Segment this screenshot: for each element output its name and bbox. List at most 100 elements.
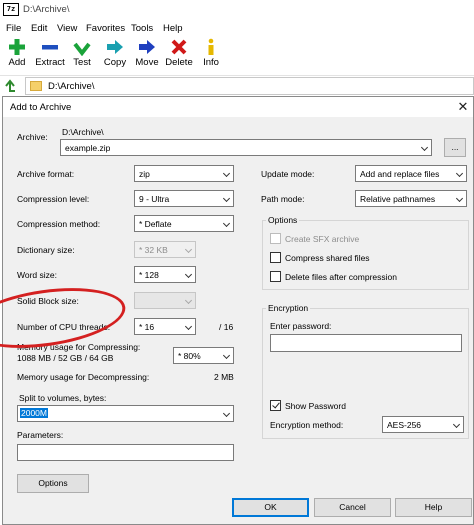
cpu-threads-value: * 16 xyxy=(139,322,155,332)
compression-method-select[interactable]: * Deflate xyxy=(134,215,234,232)
encryption-method-label: Encryption method: xyxy=(270,420,344,430)
folder-icon xyxy=(30,81,42,91)
solid-block-size-select xyxy=(134,292,196,309)
word-size-value: * 128 xyxy=(139,270,159,280)
split-volumes-label: Split to volumes, bytes: xyxy=(19,393,107,403)
parameters-input[interactable] xyxy=(17,444,234,461)
ok-button[interactable]: OK xyxy=(232,498,309,517)
move-label: Move xyxy=(135,57,159,68)
update-mode-select[interactable]: Add and replace files xyxy=(355,165,467,182)
archive-name-combo[interactable]: example.zip xyxy=(60,139,432,156)
dialog-title: Add to Archive xyxy=(10,102,72,113)
copy-button[interactable]: Copy xyxy=(102,38,128,72)
split-volumes-value[interactable]: 2000M xyxy=(20,408,48,418)
copy-arrow-icon xyxy=(107,40,123,54)
enter-password-label: Enter password: xyxy=(270,321,332,331)
menu-file[interactable]: File xyxy=(6,23,21,34)
info-button[interactable]: Info xyxy=(200,38,222,72)
dictionary-size-label: Dictionary size: xyxy=(17,245,75,255)
move-button[interactable]: Move xyxy=(134,38,160,72)
dialog-title-bar: Add to Archive ✕ xyxy=(3,97,473,117)
extract-button[interactable]: Extract xyxy=(34,38,66,72)
delete-button[interactable]: Delete xyxy=(165,38,193,72)
chevron-down-icon xyxy=(222,409,231,418)
compression-level-select[interactable]: 9 - Ultra xyxy=(134,190,234,207)
chevron-down-icon xyxy=(184,296,193,305)
chevron-down-icon xyxy=(452,420,461,429)
add-label: Add xyxy=(8,57,26,68)
menu-favorites[interactable]: Favorites xyxy=(86,23,125,34)
create-sfx-label: Create SFX archive xyxy=(285,234,360,244)
encryption-method-value: AES-256 xyxy=(387,420,422,430)
title-bar: 7z D:\Archive\ xyxy=(0,0,474,20)
test-icon xyxy=(73,42,91,56)
menu-tools[interactable]: Tools xyxy=(131,23,153,34)
cpu-threads-select[interactable]: * 16 xyxy=(134,318,196,335)
compression-method-value: * Deflate xyxy=(139,219,172,229)
memory-compress-label: Memory usage for Compressing: xyxy=(17,342,141,352)
archive-format-select[interactable]: zip xyxy=(134,165,234,182)
chevron-down-icon xyxy=(222,351,231,360)
chevron-down-icon xyxy=(184,245,193,254)
checkmark-icon xyxy=(272,400,280,409)
parameters-label: Parameters: xyxy=(17,430,64,440)
test-label: Test xyxy=(73,57,91,68)
delete-x-icon xyxy=(171,39,187,55)
up-folder-icon[interactable] xyxy=(3,79,17,93)
solid-block-size-label: Solid Block size: xyxy=(17,296,79,306)
word-size-label: Word size: xyxy=(17,270,57,280)
word-size-select[interactable]: * 128 xyxy=(134,266,196,283)
compress-shared-checkbox[interactable] xyxy=(270,252,281,263)
toolbar: Add Extract Test Copy Move Delete Info xyxy=(0,37,474,74)
chevron-down-icon xyxy=(222,169,231,178)
chevron-down-icon xyxy=(420,143,429,152)
compression-level-label: Compression level: xyxy=(17,194,90,204)
help-button[interactable]: Help xyxy=(395,498,472,517)
memory-decompress-value: 2 MB xyxy=(214,372,234,382)
copy-label: Copy xyxy=(103,57,127,68)
window-title: D:\Archive\ xyxy=(23,4,70,15)
show-password-label: Show Password xyxy=(285,401,346,411)
menu-edit[interactable]: Edit xyxy=(31,23,47,34)
memory-compress-value: * 80% xyxy=(178,351,201,361)
show-password-checkbox[interactable] xyxy=(270,400,281,411)
chevron-down-icon xyxy=(222,219,231,228)
cpu-threads-max: / 16 xyxy=(219,322,234,332)
update-mode-value: Add and replace files xyxy=(360,169,440,179)
delete-after-label: Delete files after compression xyxy=(285,272,397,282)
extract-label: Extract xyxy=(35,57,65,68)
dictionary-size-select: * 32 KB xyxy=(134,241,196,258)
address-input[interactable]: D:\Archive\ xyxy=(25,77,474,95)
add-button[interactable]: Add xyxy=(4,38,30,72)
options-button[interactable]: Options xyxy=(17,474,89,493)
path-mode-select[interactable]: Relative pathnames xyxy=(355,190,467,207)
browse-button[interactable]: ... xyxy=(444,138,466,157)
menu-help[interactable]: Help xyxy=(163,23,183,34)
encryption-method-select[interactable]: AES-256 xyxy=(382,416,464,433)
close-icon[interactable]: ✕ xyxy=(455,99,471,115)
options-group-title: Options xyxy=(266,215,300,225)
cancel-button[interactable]: Cancel xyxy=(314,498,391,517)
memory-compress-values: 1088 MB / 52 GB / 64 GB xyxy=(17,353,114,363)
encryption-group-title: Encryption xyxy=(266,303,311,313)
update-mode-label: Update mode: xyxy=(261,169,315,179)
chevron-down-icon xyxy=(455,169,464,178)
delete-after-checkbox[interactable] xyxy=(270,271,281,282)
add-icon xyxy=(9,39,25,55)
delete-label: Delete xyxy=(165,57,193,68)
memory-compress-select[interactable]: * 80% xyxy=(173,347,234,364)
info-icon xyxy=(208,38,214,55)
split-volumes-combo[interactable]: 2000M xyxy=(17,405,234,422)
app-icon: 7z xyxy=(3,3,19,16)
cpu-threads-label: Number of CPU threads: xyxy=(17,322,111,332)
chevron-down-icon xyxy=(455,194,464,203)
path-mode-label: Path mode: xyxy=(261,194,305,204)
test-button[interactable]: Test xyxy=(70,38,94,72)
password-input[interactable] xyxy=(270,334,462,352)
menu-bar: File Edit View Favorites Tools Help xyxy=(0,20,474,37)
chevron-down-icon xyxy=(222,194,231,203)
chevron-down-icon xyxy=(184,270,193,279)
create-sfx-checkbox[interactable] xyxy=(270,233,281,244)
archive-format-value: zip xyxy=(139,169,150,179)
menu-view[interactable]: View xyxy=(57,23,77,34)
